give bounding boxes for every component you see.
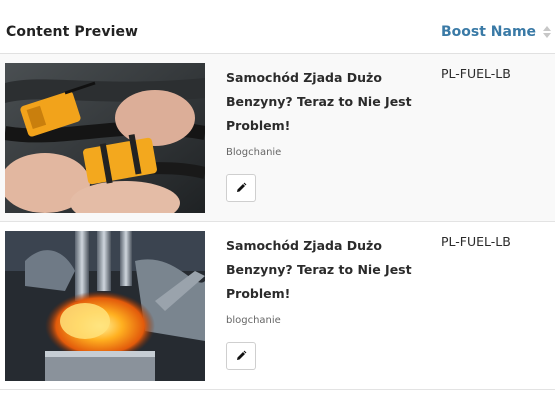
fuel-saver-magnets-image[interactable]	[5, 63, 205, 213]
edit-button[interactable]	[226, 342, 256, 370]
edit-button[interactable]	[226, 174, 256, 202]
content-table: Content Preview Boost Name Samochód Zjad…	[0, 0, 555, 390]
pencil-icon	[235, 179, 247, 198]
article-headline[interactable]: Samochód Zjada Dużo Benzyny? Teraz to Ni…	[226, 234, 416, 306]
article-headline[interactable]: Samochód Zjada Dużo Benzyny? Teraz to Ni…	[226, 66, 416, 138]
boost-name: PL-FUEL-LB	[441, 234, 511, 249]
article-source: Blogchanie	[226, 147, 282, 158]
sort-arrows-icon[interactable]	[542, 24, 552, 40]
engine-combustion-image[interactable]	[5, 231, 205, 381]
table-row: Samochód Zjada Dużo Benzyny? Teraz to Ni…	[0, 222, 555, 390]
pencil-icon	[235, 347, 247, 366]
column-header-boost-name-label[interactable]: Boost Name	[441, 24, 536, 40]
article-source: blogchanie	[226, 315, 281, 326]
column-header-content-preview: Content Preview	[6, 24, 139, 40]
column-header-boost-name[interactable]: Boost Name	[441, 24, 552, 40]
table-row: Samochód Zjada Dużo Benzyny? Teraz to Ni…	[0, 54, 555, 222]
boost-name: PL-FUEL-LB	[441, 66, 511, 81]
table-header: Content Preview Boost Name	[0, 0, 555, 54]
